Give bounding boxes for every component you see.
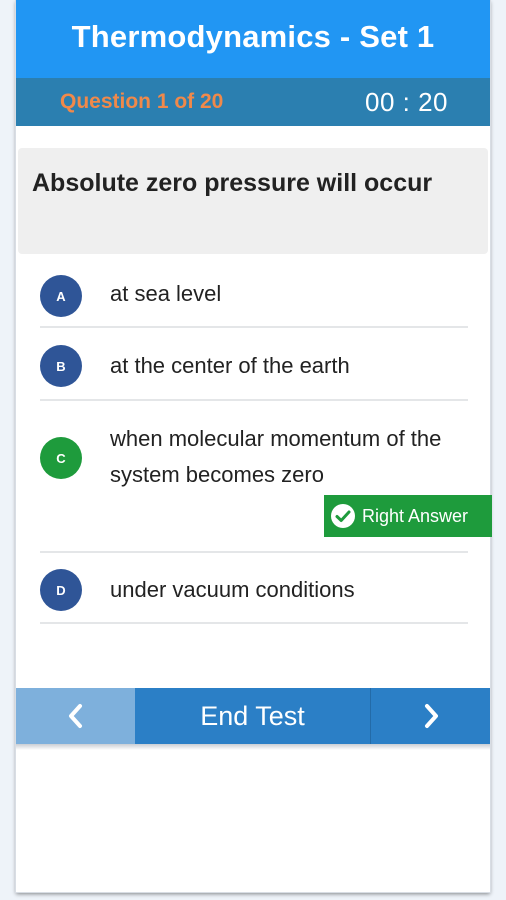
option-text: at sea level xyxy=(110,281,222,306)
option-letter-badge: B xyxy=(40,345,82,387)
timer: 00 : 20 xyxy=(364,86,448,117)
option-text: when molecular momentum of the system be… xyxy=(110,426,442,487)
option-text: at the center of the earth xyxy=(110,353,350,378)
right-answer-label: Right Answer xyxy=(362,505,469,526)
quiz-card: Thermodynamics - Set 1 Question 1 of 20 … xyxy=(16,0,492,892)
chevron-left-icon xyxy=(68,704,82,728)
question-box: Absolute zero pressure will occur xyxy=(18,148,488,254)
nav-shadow xyxy=(16,744,490,750)
option-d[interactable]: D under vacuum conditions xyxy=(40,556,468,624)
option-b[interactable]: B at the center of the earth xyxy=(40,332,468,401)
previous-button[interactable] xyxy=(16,688,135,744)
question-counter: Question 1 of 20 xyxy=(60,90,224,113)
option-text: under vacuum conditions xyxy=(110,577,355,602)
page-title: Thermodynamics - Set 1 xyxy=(71,19,435,54)
header-bar: Thermodynamics - Set 1 xyxy=(16,0,490,78)
status-bar: Question 1 of 20 00 : 20 xyxy=(16,78,490,126)
end-test-button[interactable]: End Test xyxy=(135,688,371,744)
option-c[interactable]: C when molecular momentum of the system … xyxy=(40,405,492,553)
bottom-nav: End Test xyxy=(16,688,490,744)
check-circle-icon xyxy=(331,504,355,528)
next-button[interactable] xyxy=(371,688,490,744)
option-letter-badge: C xyxy=(40,437,82,479)
question-text: Absolute zero pressure will occur xyxy=(32,169,433,197)
right-answer-badge: Right Answer xyxy=(324,495,492,537)
option-letter-badge: A xyxy=(40,275,82,317)
option-a[interactable]: A at sea level xyxy=(40,260,468,328)
option-letter-badge: D xyxy=(40,569,82,611)
chevron-right-icon xyxy=(424,704,438,728)
